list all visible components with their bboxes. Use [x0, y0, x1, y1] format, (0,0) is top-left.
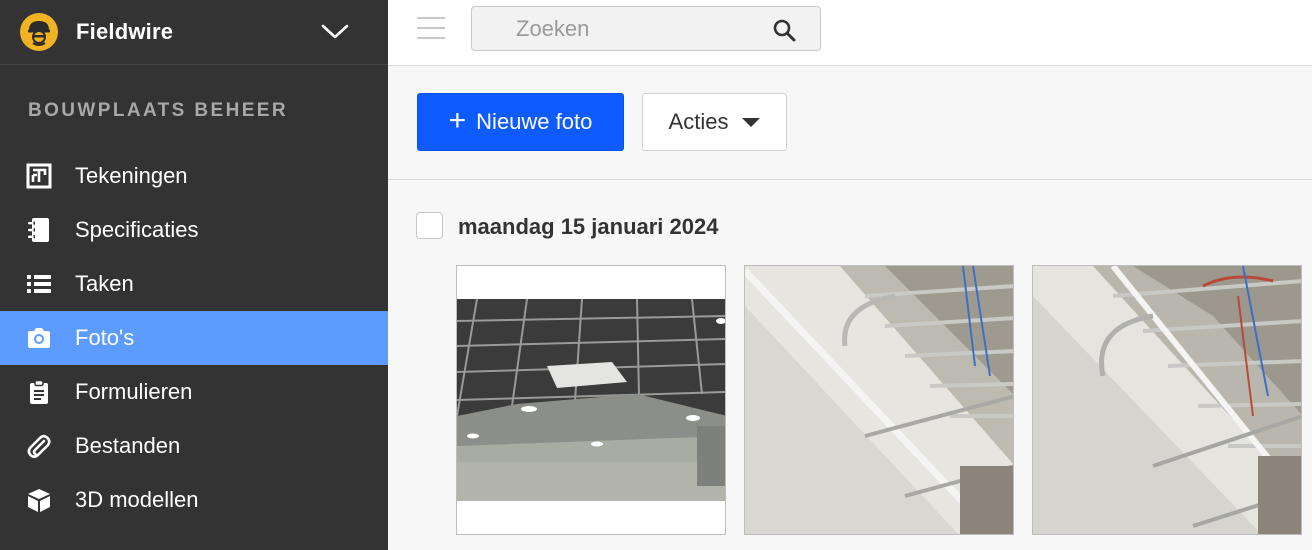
- actions-label: Acties: [668, 109, 729, 134]
- list-icon: [26, 271, 52, 297]
- ceiling-pipes-photo: [745, 266, 1013, 534]
- ceiling-grid-photo: [457, 266, 725, 534]
- sidebar-item-label: Tekeningen: [75, 163, 188, 188]
- photo-gallery: maandag 15 januari 2024: [388, 180, 1312, 550]
- photo-thumbnail[interactable]: [456, 265, 726, 535]
- sidebar-item-label: 3D modellen: [75, 487, 199, 512]
- sidebar-item-label: Formulieren: [75, 379, 193, 404]
- cube-icon: [26, 487, 52, 513]
- caret-down-icon: [742, 117, 761, 127]
- action-bar: + Nieuwe foto Acties: [388, 66, 1312, 180]
- paperclip-icon: [26, 433, 52, 459]
- sidebar-item-formulieren[interactable]: Formulieren: [0, 365, 388, 419]
- sidebar-item-label: Foto's: [75, 325, 135, 350]
- sidebar-item-fotos[interactable]: Foto's: [0, 311, 388, 365]
- new-photo-button[interactable]: + Nieuwe foto: [417, 93, 624, 151]
- section-heading: BOUWPLAATS BEHEER: [28, 100, 289, 121]
- chevron-down-icon[interactable]: [318, 18, 352, 46]
- plus-icon: +: [448, 103, 467, 137]
- ceiling-cables-photo: [1033, 266, 1301, 534]
- notebook-icon: [26, 217, 52, 243]
- search-input[interactable]: [482, 13, 762, 45]
- sidebar-item-tekeningen[interactable]: Tekeningen: [0, 149, 388, 203]
- sidebar-item-label: Taken: [75, 271, 134, 296]
- sidebar: Fieldwire BOUWPLAATS BEHEER Tekeningen S…: [0, 0, 388, 550]
- actions-dropdown-button[interactable]: Acties: [642, 93, 787, 151]
- sidebar-item-taken[interactable]: Taken: [0, 257, 388, 311]
- topbar: [388, 0, 1312, 66]
- select-group-checkbox[interactable]: [416, 212, 443, 239]
- sidebar-nav: Tekeningen Specificaties Taken Foto's Fo…: [0, 149, 388, 527]
- group-date-heading: maandag 15 januari 2024: [458, 214, 719, 239]
- search-box: [471, 6, 821, 51]
- clipboard-icon: [26, 379, 52, 405]
- sidebar-item-specificaties[interactable]: Specificaties: [0, 203, 388, 257]
- photo-thumbnail[interactable]: [744, 265, 1014, 535]
- hamburger-menu-icon[interactable]: [417, 17, 445, 39]
- photo-thumbnail[interactable]: [1032, 265, 1302, 535]
- sidebar-item-3d-modellen[interactable]: 3D modellen: [0, 473, 388, 527]
- camera-icon: [26, 325, 52, 351]
- sidebar-item-bestanden[interactable]: Bestanden: [0, 419, 388, 473]
- plans-icon: [26, 163, 52, 189]
- brand-name: Fieldwire: [76, 19, 174, 44]
- new-photo-label: Nieuwe foto: [476, 109, 593, 134]
- search-icon[interactable]: [772, 18, 796, 42]
- fieldwire-logo-icon: [20, 13, 58, 51]
- sidebar-item-label: Specificaties: [75, 217, 199, 242]
- sidebar-item-label: Bestanden: [75, 433, 181, 458]
